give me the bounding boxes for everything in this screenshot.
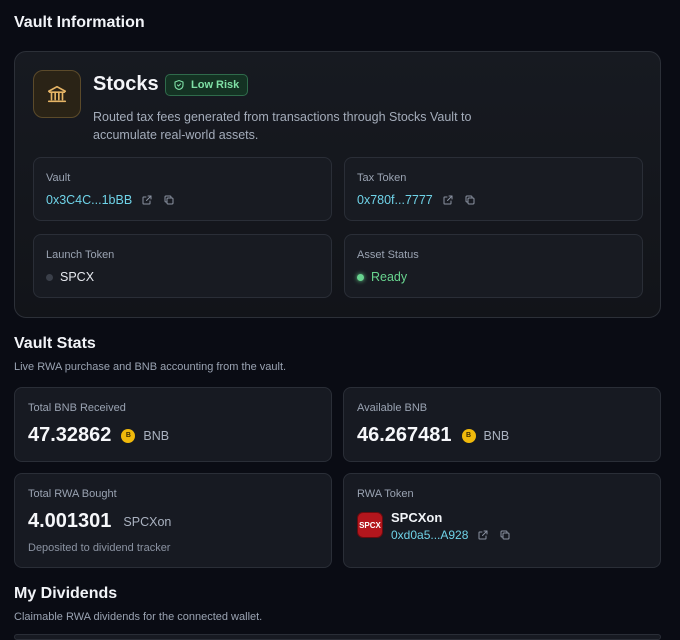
external-link-icon[interactable] bbox=[476, 528, 490, 542]
shield-check-icon bbox=[172, 78, 186, 92]
bnb-coin-icon: B bbox=[461, 428, 476, 443]
rwa-token-logo: SPCX bbox=[357, 512, 383, 538]
tax-token-label: Tax Token bbox=[357, 172, 407, 184]
asset-status-box: Asset Status Ready bbox=[344, 234, 643, 298]
rwa-token-address[interactable]: 0xd0a5...A928 bbox=[391, 528, 468, 542]
total-bnb-received-unit: BNB bbox=[143, 428, 170, 443]
total-bnb-received-value: 47.32862 bbox=[28, 424, 112, 446]
copy-icon[interactable] bbox=[463, 193, 477, 207]
risk-badge-label: Low Risk bbox=[191, 79, 240, 91]
total-rwa-bought-label: Total RWA Bought bbox=[28, 488, 117, 500]
vault-info-card: Stocks Low Risk Routed tax fees generate… bbox=[14, 51, 661, 318]
available-bnb-value: 46.267481 bbox=[357, 424, 452, 446]
tax-token-value[interactable]: 0x780f...7777 bbox=[357, 193, 433, 207]
vault-description: Routed tax fees generated from transacti… bbox=[93, 110, 472, 142]
page: Vault Information Stocks Low Risk Routed… bbox=[0, 0, 680, 640]
asset-status-value: Ready bbox=[371, 270, 408, 284]
total-rwa-bought-note: Deposited to dividend tracker bbox=[28, 542, 171, 554]
rwa-token-name: SPCXon bbox=[391, 510, 443, 525]
dividends-card-edge bbox=[14, 634, 661, 640]
tax-token-box: Tax Token 0x780f...7777 bbox=[344, 157, 643, 221]
vault-address-value[interactable]: 0x3C4C...1bBB bbox=[46, 193, 132, 207]
asset-status-label: Asset Status bbox=[357, 249, 419, 261]
vault-name: Stocks bbox=[93, 73, 159, 95]
status-dot-icon bbox=[357, 273, 364, 281]
my-dividends-subtitle: Claimable RWA dividends for the connecte… bbox=[14, 611, 263, 623]
risk-badge: Low Risk bbox=[165, 74, 249, 96]
total-rwa-bought-card: Total RWA Bought 4.001301 SPCXon Deposit… bbox=[14, 473, 332, 568]
available-bnb-card: Available BNB 46.267481 B BNB bbox=[343, 387, 661, 462]
external-link-icon[interactable] bbox=[140, 193, 154, 207]
rwa-token-card: RWA Token SPCX SPCXon 0xd0a5...A928 bbox=[343, 473, 661, 568]
available-bnb-label: Available BNB bbox=[357, 402, 428, 414]
copy-icon[interactable] bbox=[498, 528, 512, 542]
bnb-coin-icon: B bbox=[121, 428, 136, 443]
vault-address-label: Vault bbox=[46, 172, 71, 184]
total-rwa-bought-value: 4.001301 bbox=[28, 510, 112, 532]
bank-icon bbox=[33, 70, 81, 118]
launch-token-box: Launch Token SPCX bbox=[33, 234, 332, 298]
rwa-token-label: RWA Token bbox=[357, 488, 414, 500]
launch-token-value: SPCX bbox=[60, 270, 95, 284]
copy-icon[interactable] bbox=[162, 193, 176, 207]
my-dividends-heading: My Dividends bbox=[14, 585, 118, 602]
launch-token-label: Launch Token bbox=[46, 249, 115, 261]
token-dot-icon bbox=[46, 273, 53, 281]
vault-stats-subtitle: Live RWA purchase and BNB accounting fro… bbox=[14, 361, 287, 373]
available-bnb-unit: BNB bbox=[483, 428, 510, 443]
total-bnb-received-label: Total BNB Received bbox=[28, 402, 126, 414]
total-bnb-received-card: Total BNB Received 47.32862 B BNB bbox=[14, 387, 332, 462]
external-link-icon[interactable] bbox=[441, 193, 455, 207]
vault-stats-heading: Vault Stats bbox=[14, 335, 96, 352]
total-rwa-bought-unit: SPCXon bbox=[123, 514, 172, 529]
vault-address-box: Vault 0x3C4C...1bBB bbox=[33, 157, 332, 221]
vault-information-heading: Vault Information bbox=[14, 14, 145, 31]
